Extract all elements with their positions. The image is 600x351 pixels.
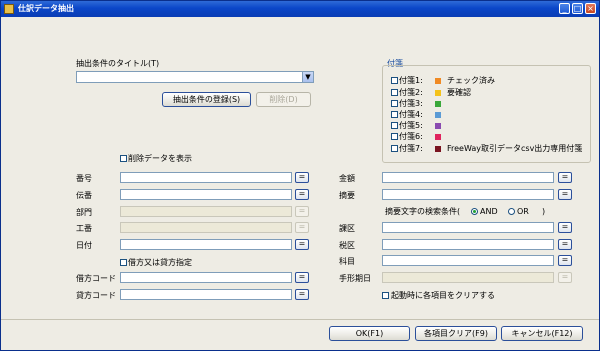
sticky-2-label: 付箋2: [399,88,423,97]
show-deleted-label: 削除データを表示 [128,154,192,163]
debit-credit-label: 借方又は貸方指定 [128,258,192,267]
department-eq-button[interactable]: = [295,206,309,217]
date-eq-button[interactable]: = [295,239,309,250]
sticky-2-color-swatch [435,90,441,96]
or-radio-label: OR [517,207,529,216]
credit-code-eq-button[interactable]: = [295,289,309,300]
tax-rate-label: 税区 [339,241,355,250]
sticky-5-color-swatch [435,123,441,129]
amount-eq-button[interactable]: = [558,172,572,183]
subject-label: 科目 [339,257,355,266]
and-radio-label: AND [480,207,498,216]
debit-credit-checkbox[interactable] [120,259,127,266]
cancel-button[interactable]: キャンセル(F12) [501,326,583,341]
chevron-down-icon[interactable]: ▼ [302,72,313,82]
close-button[interactable]: × [585,3,596,14]
number-label: 番号 [76,174,92,183]
summary-search-close: ) [542,207,546,216]
tax-rate-eq-button[interactable]: = [558,239,572,250]
work-number-eq-button[interactable]: = [295,222,309,233]
number-eq-button[interactable]: = [295,172,309,183]
sticky-1-label: 付箋1: [399,76,423,85]
clear-on-start-label: 起動時に各項目をクリアする [391,291,495,300]
tax-rate-input[interactable] [382,239,554,250]
work-number-label: 工番 [76,224,92,233]
credit-code-input[interactable] [120,289,292,300]
clear-on-start-checkbox[interactable] [382,292,389,299]
debit-code-label: 借方コード [76,274,116,283]
sticky-item-1[interactable]: 付箋1: チェック済み [391,75,587,87]
window-title: 仕訳データ抽出 [18,4,74,13]
summary-input[interactable] [382,189,554,200]
sticky-7-label: 付箋7: [399,144,423,153]
tax-class-input[interactable] [382,222,554,233]
register-condition-button[interactable]: 抽出条件の登録(S) [162,92,251,107]
department-label: 部門 [76,208,92,217]
number-input[interactable] [120,172,292,183]
subject-input[interactable] [382,255,554,266]
ok-button[interactable]: OK(F1) [329,326,410,341]
extract-title-combo[interactable]: ▼ [76,71,314,83]
bill-due-label: 手形期日 [339,274,371,283]
sticky-6-label: 付箋6: [399,132,423,141]
bill-due-eq-button[interactable]: = [558,272,572,283]
sticky-4-checkbox[interactable] [391,111,398,118]
minimize-button[interactable]: _ [559,3,570,14]
extract-title-label: 抽出条件のタイトル(T) [76,59,160,68]
sticky-7-color-swatch [435,146,441,152]
date-input[interactable] [120,239,292,250]
sticky-6-color-swatch [435,134,441,140]
sticky-6-checkbox[interactable] [391,133,398,140]
sticky-4-color-swatch [435,112,441,118]
delete-condition-button[interactable]: 削除(D) [256,92,311,107]
or-radio[interactable] [508,208,515,215]
voucher-input[interactable] [120,189,292,200]
department-input[interactable] [120,206,292,217]
summary-eq-button[interactable]: = [558,189,572,200]
sticky-group: 付箋1: チェック済み 付箋2: 要確認 付箋3: 付箋4: 付箋5: 付箋6:… [382,65,591,163]
footer-divider [1,319,599,320]
amount-label: 金額 [339,174,355,183]
sticky-item-6[interactable]: 付箋6: [391,131,587,143]
debit-code-eq-button[interactable]: = [295,272,309,283]
summary-search-label: 摘要文字の検索条件( [385,207,461,216]
title-bar[interactable]: 仕訳データ抽出 _ □ × [1,1,599,17]
sticky-3-color-swatch [435,101,441,107]
bill-due-input[interactable] [382,272,554,283]
voucher-eq-button[interactable]: = [295,189,309,200]
amount-input[interactable] [382,172,554,183]
subject-eq-button[interactable]: = [558,255,572,266]
sticky-1-color-swatch [435,78,441,84]
clear-all-button[interactable]: 各項目クリア(F9) [415,326,497,341]
sticky-5-checkbox[interactable] [391,122,398,129]
and-radio[interactable] [471,208,478,215]
sticky-3-label: 付箋3: [399,99,423,108]
debit-code-input[interactable] [120,272,292,283]
summary-label: 摘要 [339,191,355,200]
voucher-label: 伝番 [76,191,92,200]
tax-class-eq-button[interactable]: = [558,222,572,233]
tax-class-label: 課区 [339,224,355,233]
maximize-button[interactable]: □ [572,3,583,14]
show-deleted-checkbox[interactable] [120,155,127,162]
date-label: 日付 [76,241,92,250]
sticky-1-name: チェック済み [447,76,495,85]
sticky-2-checkbox[interactable] [391,89,398,96]
app-icon [4,4,14,14]
dialog-window: 仕訳データ抽出 _ □ × 抽出条件のタイトル(T) ▼ 抽出条件の登録(S) … [0,0,600,351]
sticky-7-checkbox[interactable] [391,145,398,152]
sticky-4-label: 付箋4: [399,110,423,119]
sticky-1-checkbox[interactable] [391,77,398,84]
sticky-3-checkbox[interactable] [391,100,398,107]
sticky-2-name: 要確認 [447,88,471,97]
sticky-item-7[interactable]: 付箋7: FreeWay取引データcsv出力専用付箋 [391,143,587,155]
sticky-7-name: FreeWay取引データcsv出力専用付箋 [447,144,583,153]
credit-code-label: 貸方コード [76,291,116,300]
work-number-input[interactable] [120,222,292,233]
sticky-5-label: 付箋5: [399,121,423,130]
